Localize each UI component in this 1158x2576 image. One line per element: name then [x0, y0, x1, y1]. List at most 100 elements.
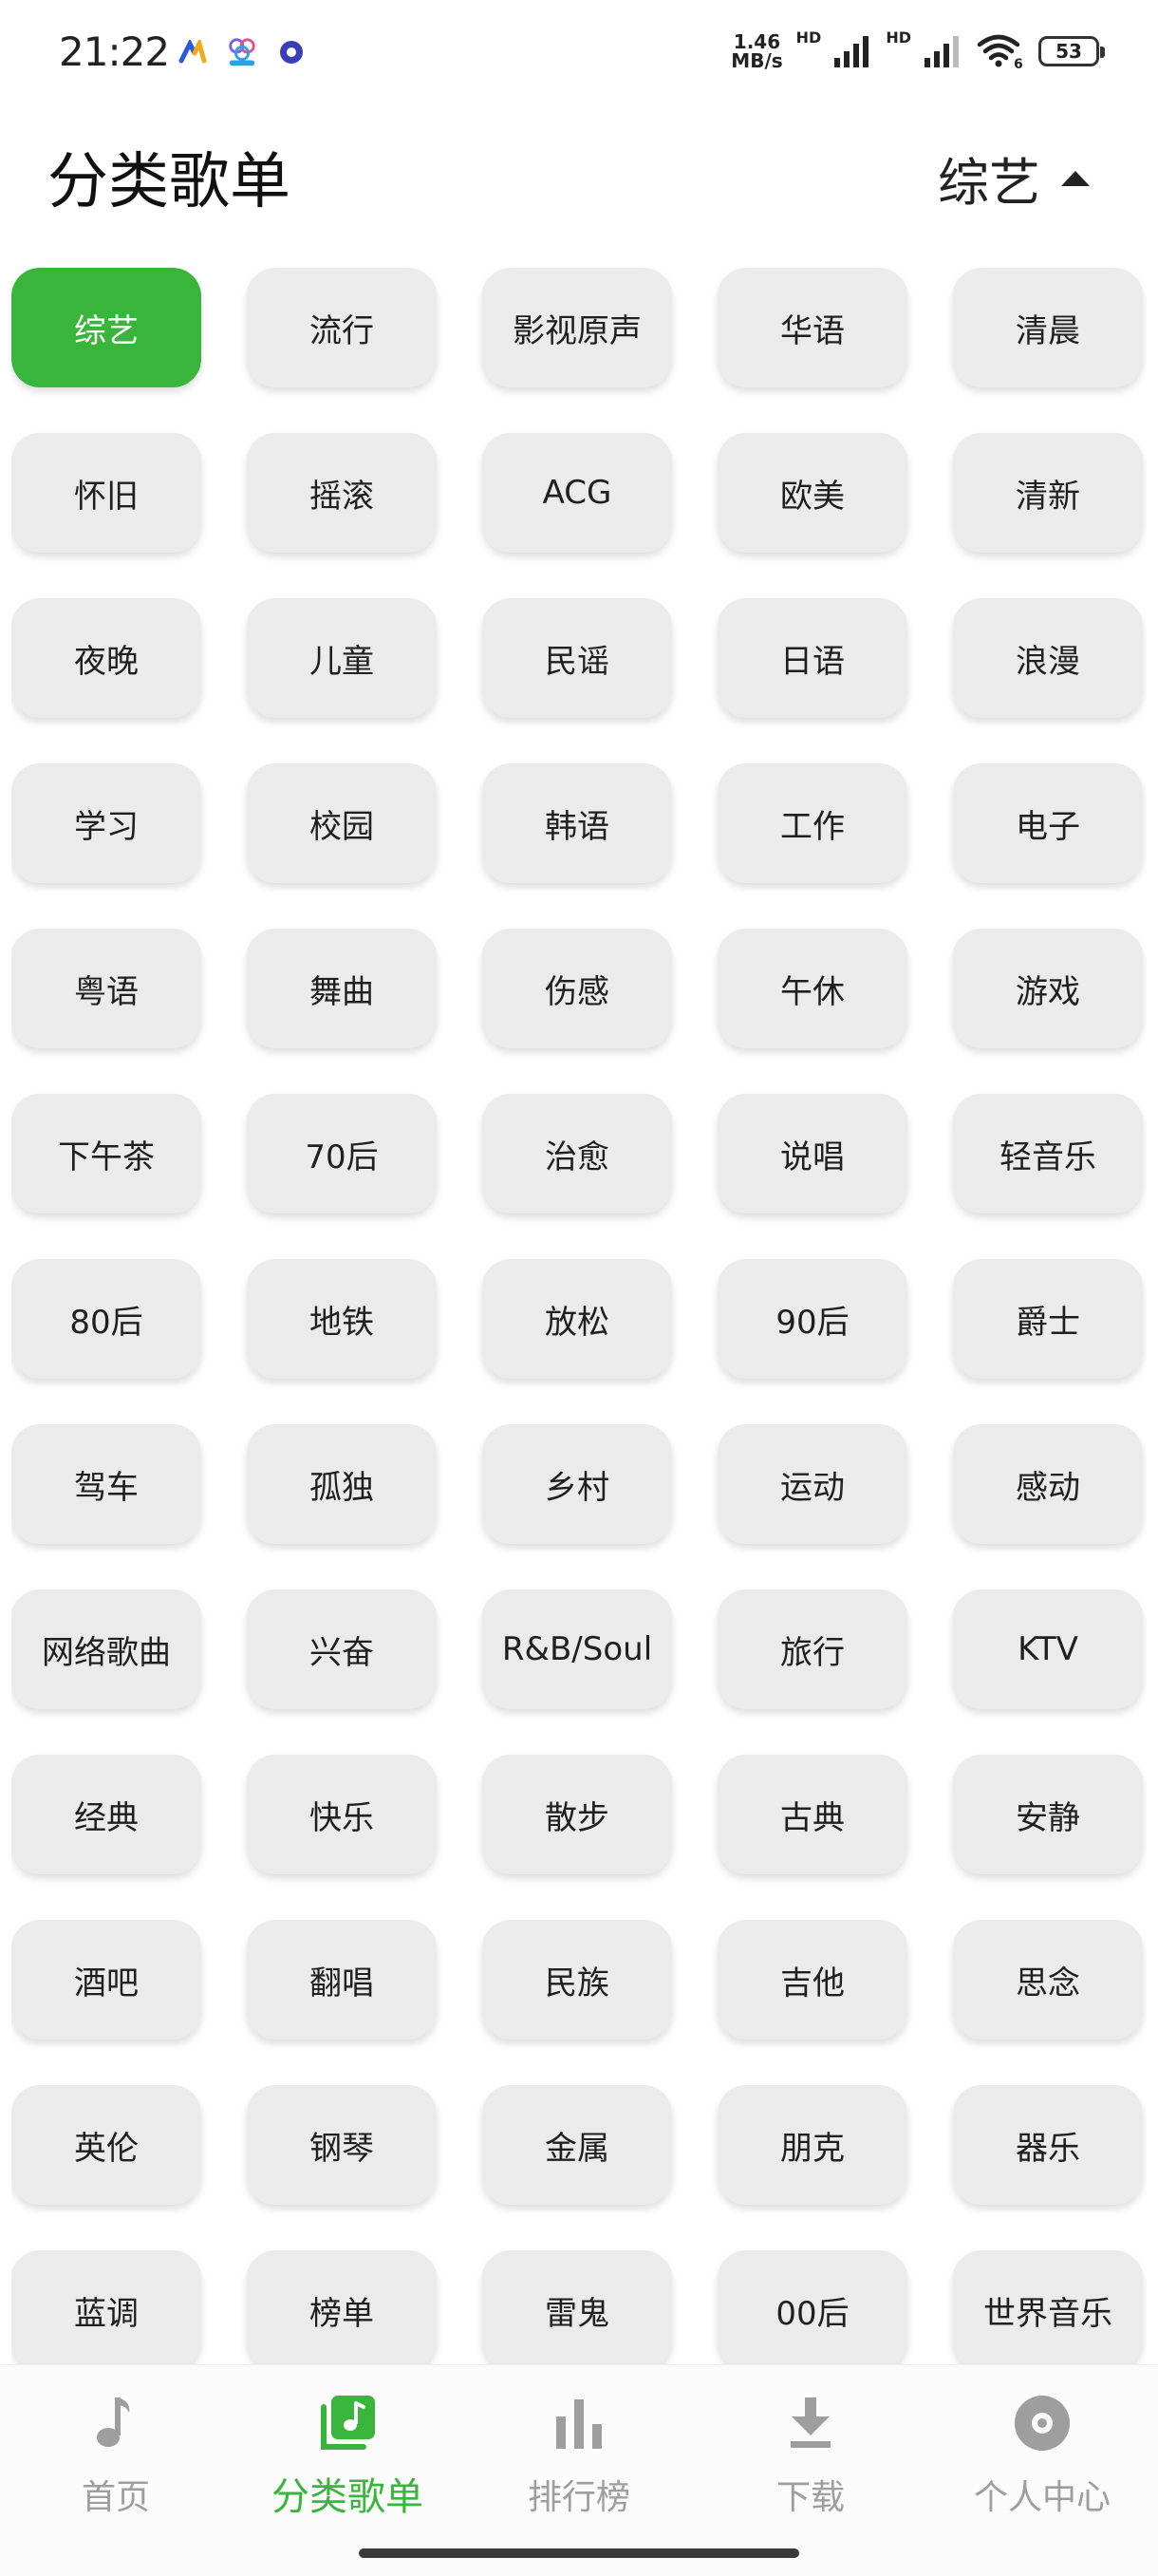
- category-chip[interactable]: 酒吧: [11, 1920, 201, 2040]
- category-chip[interactable]: 影视原声: [482, 268, 672, 387]
- category-chip[interactable]: 日语: [718, 598, 907, 718]
- category-chip[interactable]: R&B/Soul: [482, 1589, 672, 1709]
- category-chip[interactable]: 榜单: [247, 2250, 437, 2368]
- category-chip[interactable]: 思念: [953, 1920, 1143, 2040]
- category-chip[interactable]: 摇滚: [247, 433, 437, 553]
- category-chip[interactable]: 清新: [953, 433, 1143, 553]
- category-chip[interactable]: 电子: [953, 763, 1143, 883]
- notification-icons: [177, 36, 308, 68]
- category-chip[interactable]: 浪漫: [953, 598, 1143, 718]
- status-time: 21:22: [59, 28, 170, 75]
- disc-icon: [1009, 2390, 1075, 2456]
- category-chip[interactable]: 钢琴: [247, 2085, 437, 2205]
- category-chip[interactable]: 器乐: [953, 2085, 1143, 2205]
- category-chip[interactable]: 90后: [718, 1259, 907, 1379]
- category-chip[interactable]: 驾车: [11, 1424, 201, 1544]
- category-chip[interactable]: 学习: [11, 763, 201, 883]
- category-chip[interactable]: ACG: [482, 433, 672, 553]
- caret-up-icon: [1061, 170, 1090, 186]
- battery-level: 53: [1055, 40, 1082, 63]
- nav-item-home[interactable]: 首页: [0, 2365, 232, 2576]
- category-chip[interactable]: 华语: [718, 268, 907, 387]
- nav-label: 首页: [81, 2478, 150, 2517]
- category-chip[interactable]: 综艺: [11, 268, 201, 387]
- category-chip[interactable]: 旅行: [718, 1589, 907, 1709]
- category-chip[interactable]: 世界音乐: [953, 2250, 1143, 2368]
- hd-label: HD: [886, 28, 911, 47]
- page-title: 分类歌单: [47, 147, 290, 217]
- category-chip[interactable]: 70后: [247, 1094, 437, 1213]
- category-chip[interactable]: 网络歌曲: [11, 1589, 201, 1709]
- category-chip[interactable]: 孤独: [247, 1424, 437, 1544]
- category-chip[interactable]: 翻唱: [247, 1920, 437, 2040]
- category-chip[interactable]: 金属: [482, 2085, 672, 2205]
- nav-label: 排行榜: [527, 2478, 630, 2517]
- category-chip[interactable]: 安静: [953, 1755, 1143, 1874]
- category-chip[interactable]: 民族: [482, 1920, 672, 2040]
- category-chip[interactable]: 感动: [953, 1424, 1143, 1544]
- home-indicator[interactable]: [359, 2548, 799, 2558]
- category-chip[interactable]: 朋克: [718, 2085, 907, 2205]
- category-chip[interactable]: 00后: [718, 2250, 907, 2368]
- status-bar: 21:22 1.46 MB/s HD HD 6 53: [0, 0, 1158, 104]
- category-chip[interactable]: 粤语: [11, 929, 201, 1048]
- category-chip[interactable]: 欧美: [718, 433, 907, 553]
- category-chip[interactable]: 80后: [11, 1259, 201, 1379]
- category-chip[interactable]: 英伦: [11, 2085, 201, 2205]
- nav-item-charts[interactable]: 排行榜: [463, 2365, 695, 2576]
- playlist-icon: [314, 2390, 381, 2456]
- category-chip[interactable]: 夜晚: [11, 598, 201, 718]
- category-chip[interactable]: 吉他: [718, 1920, 907, 2040]
- nav-item-download[interactable]: 下载: [695, 2365, 926, 2576]
- app-notification-icon: [275, 36, 308, 68]
- category-chip[interactable]: 雷鬼: [482, 2250, 672, 2368]
- category-chip[interactable]: 散步: [482, 1755, 672, 1874]
- category-grid: 综艺 流行 影视原声 华语 清晨怀旧 摇滚 ACG 欧美 清新夜晚 儿童 民谣 日语 浪漫学习 校园 韩语工…: [11, 268, 1147, 2368]
- category-chip[interactable]: 兴奋: [247, 1589, 437, 1709]
- app-notification-icon: [226, 36, 258, 68]
- category-chip[interactable]: 说唱: [718, 1094, 907, 1213]
- network-speed-value: 1.46: [733, 30, 781, 53]
- music-note-icon: [83, 2390, 149, 2456]
- category-chip[interactable]: 治愈: [482, 1094, 672, 1213]
- wifi-icon: 6: [977, 34, 1023, 69]
- category-dropdown[interactable]: 综艺: [938, 141, 1090, 216]
- category-chip[interactable]: 伤感: [482, 929, 672, 1048]
- category-chip[interactable]: 怀旧: [11, 433, 201, 553]
- network-speed-unit: MB/s: [731, 49, 783, 72]
- category-chip[interactable]: 清晨: [953, 268, 1143, 387]
- category-chip[interactable]: 校园: [247, 763, 437, 883]
- category-chip[interactable]: 舞曲: [247, 929, 437, 1048]
- category-chip[interactable]: 工作: [718, 763, 907, 883]
- category-chip[interactable]: 韩语: [482, 763, 672, 883]
- wifi-index: 6: [1014, 57, 1023, 69]
- nav-label: 下载: [775, 2478, 845, 2517]
- system-icons: 1.46 MB/s HD HD 6 53: [731, 28, 1105, 72]
- category-chip[interactable]: 经典: [11, 1755, 201, 1874]
- category-chip[interactable]: 运动: [718, 1424, 907, 1544]
- category-chip[interactable]: 快乐: [247, 1755, 437, 1874]
- category-chip[interactable]: 民谣: [482, 598, 672, 718]
- category-chip[interactable]: 爵士: [953, 1259, 1143, 1379]
- bottom-nav: 首页 分类歌单 排行榜 下载 个人中心: [0, 2364, 1158, 2576]
- category-chip[interactable]: 游戏: [953, 929, 1143, 1048]
- category-chip[interactable]: 儿童: [247, 598, 437, 718]
- nav-label: 分类歌单: [271, 2475, 423, 2519]
- download-icon: [777, 2390, 844, 2456]
- signal-icon: [925, 36, 959, 67]
- category-chip[interactable]: 流行: [247, 268, 437, 387]
- category-chip[interactable]: 午休: [718, 929, 907, 1048]
- category-chip[interactable]: KTV: [953, 1589, 1143, 1709]
- category-chip[interactable]: 蓝调: [11, 2250, 201, 2368]
- nav-label: 个人中心: [973, 2478, 1111, 2517]
- nav-item-playlists[interactable]: 分类歌单: [232, 2365, 463, 2576]
- category-chip[interactable]: 乡村: [482, 1424, 672, 1544]
- bar-chart-icon: [546, 2390, 612, 2456]
- category-chip[interactable]: 下午茶: [11, 1094, 201, 1213]
- app-notification-icon: [177, 36, 209, 68]
- category-chip[interactable]: 轻音乐: [953, 1094, 1143, 1213]
- category-chip[interactable]: 放松: [482, 1259, 672, 1379]
- category-chip[interactable]: 地铁: [247, 1259, 437, 1379]
- category-chip[interactable]: 古典: [718, 1755, 907, 1874]
- nav-item-profile[interactable]: 个人中心: [926, 2365, 1158, 2576]
